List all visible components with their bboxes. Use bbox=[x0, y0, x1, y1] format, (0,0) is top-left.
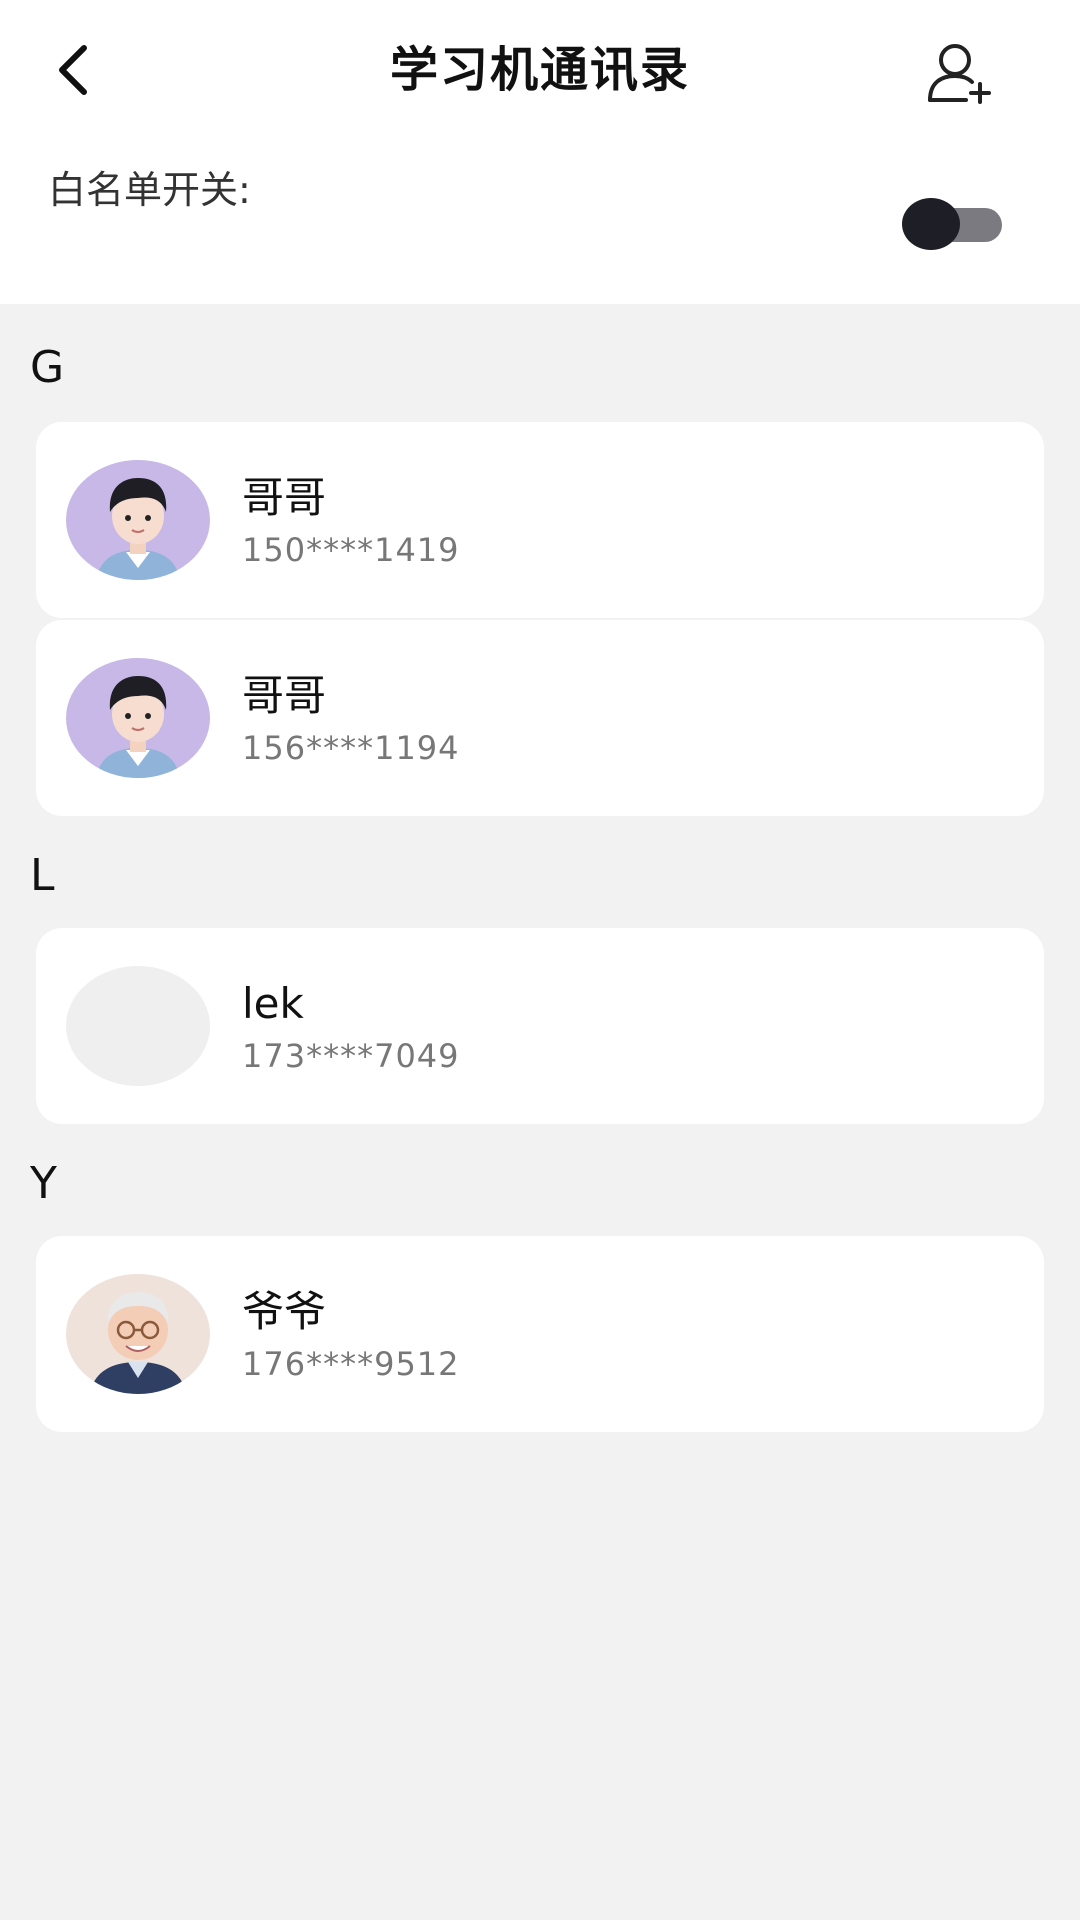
contact-phone: 173****7049 bbox=[242, 1037, 460, 1075]
boy-avatar-icon bbox=[66, 460, 210, 580]
contact-card[interactable]: 哥哥 150****1419 bbox=[36, 422, 1044, 618]
page-title: 学习机通讯录 bbox=[389, 42, 690, 98]
section-letter-y: Y bbox=[30, 1158, 57, 1209]
empty-avatar-icon bbox=[66, 966, 210, 1086]
whitelist-toggle[interactable] bbox=[902, 196, 1002, 252]
section-letter-l: L bbox=[30, 850, 55, 901]
add-contact-button[interactable] bbox=[924, 40, 994, 104]
top-header: 学习机通讯录 白名单开关: bbox=[0, 0, 1080, 304]
contact-phone: 176****9512 bbox=[242, 1345, 460, 1383]
add-user-icon bbox=[928, 44, 991, 104]
boy-avatar-icon bbox=[66, 658, 210, 778]
contact-name: 哥哥 bbox=[242, 473, 327, 522]
contact-name: 爷爷 bbox=[242, 1287, 327, 1336]
grandpa-avatar-icon bbox=[66, 1274, 210, 1394]
toggle-knob bbox=[902, 198, 960, 250]
contact-card[interactable]: lek 173****7049 bbox=[36, 928, 1044, 1124]
contact-card[interactable]: 哥哥 156****1194 bbox=[36, 620, 1044, 816]
whitelist-label: 白名单开关: bbox=[48, 168, 251, 212]
contact-name: 哥哥 bbox=[242, 671, 327, 720]
contact-avatar bbox=[66, 1274, 210, 1394]
contact-avatar bbox=[66, 460, 210, 580]
contact-name: lek bbox=[242, 979, 304, 1028]
contact-card[interactable]: 爷爷 176****9512 bbox=[36, 1236, 1044, 1432]
section-letter-g: G bbox=[30, 342, 65, 393]
contact-phone: 150****1419 bbox=[242, 531, 460, 569]
contact-avatar bbox=[66, 658, 210, 778]
contact-phone: 156****1194 bbox=[242, 729, 460, 767]
